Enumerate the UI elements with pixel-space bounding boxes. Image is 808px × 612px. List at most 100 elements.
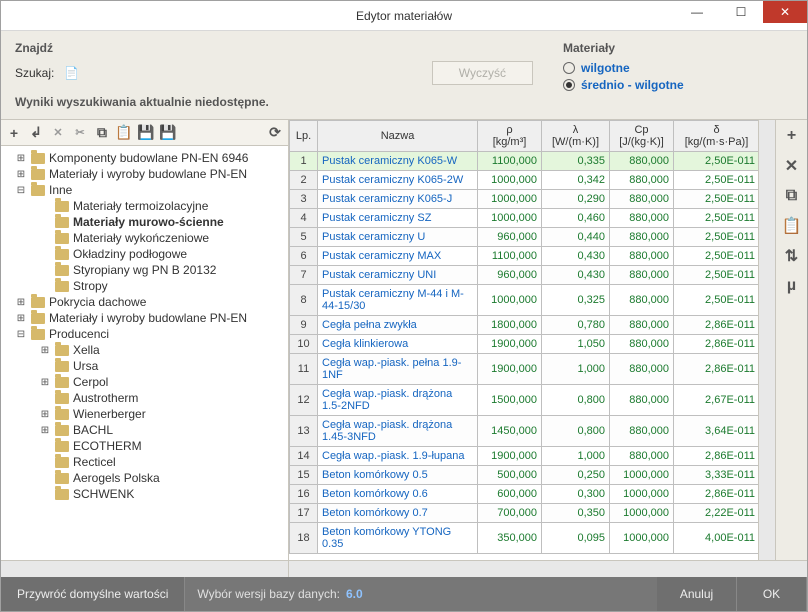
cell-lambda[interactable]: 0,440 — [542, 228, 610, 247]
cell-cp[interactable]: 1000,000 — [610, 485, 674, 504]
tree-item[interactable]: ⊟Inne — [3, 182, 286, 198]
search-doc-icon[interactable]: 📄 — [64, 66, 79, 80]
cell-delta[interactable]: 3,33E-011 — [674, 466, 759, 485]
cell-name[interactable]: Pustak ceramiczny K065-J — [318, 190, 478, 209]
cell-rho[interactable]: 1000,000 — [478, 171, 542, 190]
cell-cp[interactable]: 1000,000 — [610, 466, 674, 485]
cell-delta[interactable]: 2,50E-011 — [674, 171, 759, 190]
cell-cp[interactable]: 880,000 — [610, 354, 674, 385]
tree-item[interactable]: ⊞Xella — [3, 342, 286, 358]
col-lp[interactable]: Lp. — [290, 121, 318, 152]
close-button[interactable]: ✕ — [763, 1, 807, 23]
cell-rho[interactable]: 1100,000 — [478, 152, 542, 171]
cell-cp[interactable]: 880,000 — [610, 385, 674, 416]
cell-name[interactable]: Pustak ceramiczny U — [318, 228, 478, 247]
col-cp[interactable]: Cp[J/(kg·K)] — [610, 121, 674, 152]
cell-delta[interactable]: 2,86E-011 — [674, 485, 759, 504]
cell-lambda[interactable]: 1,000 — [542, 354, 610, 385]
collapse-icon[interactable]: ⊟ — [15, 329, 27, 340]
expand-icon[interactable]: ⊞ — [39, 377, 51, 388]
cell-delta[interactable]: 2,86E-011 — [674, 316, 759, 335]
radio-medium[interactable]: średnio - wilgotne — [563, 78, 793, 92]
cell-cp[interactable]: 880,000 — [610, 416, 674, 447]
expand-icon[interactable]: ⊞ — [15, 313, 27, 324]
cell-name[interactable]: Cegła pełna zwykła — [318, 316, 478, 335]
expand-icon[interactable]: ⊞ — [15, 169, 27, 180]
cell-cp[interactable]: 880,000 — [610, 171, 674, 190]
cell-delta[interactable]: 2,22E-011 — [674, 504, 759, 523]
tree-item[interactable]: Ursa — [3, 358, 286, 374]
cell-delta[interactable]: 4,00E-011 — [674, 523, 759, 554]
save-icon[interactable]: 💾 — [137, 123, 155, 143]
refresh-icon[interactable]: ⟳ — [266, 123, 284, 143]
cell-rho[interactable]: 1450,000 — [478, 416, 542, 447]
tree-item[interactable]: ⊞Cerpol — [3, 374, 286, 390]
cell-lambda[interactable]: 0,300 — [542, 485, 610, 504]
table-row[interactable]: 10Cegła klinkierowa1900,0001,050880,0002… — [290, 335, 759, 354]
table-row[interactable]: 13Cegła wap.-piask. drążona 1.45-3NFD145… — [290, 416, 759, 447]
cell-cp[interactable]: 1000,000 — [610, 504, 674, 523]
cell-lambda[interactable]: 0,325 — [542, 285, 610, 316]
cell-delta[interactable]: 2,50E-011 — [674, 285, 759, 316]
cell-name[interactable]: Pustak ceramiczny K065-2W — [318, 171, 478, 190]
tree-item[interactable]: Materiały wykończeniowe — [3, 230, 286, 246]
expand-icon[interactable]: ⊞ — [15, 153, 27, 164]
cell-cp[interactable]: 880,000 — [610, 316, 674, 335]
cell-lambda[interactable]: 0,780 — [542, 316, 610, 335]
table-row[interactable]: 9Cegła pełna zwykła1800,0000,780880,0002… — [290, 316, 759, 335]
col-lambda[interactable]: λ[W/(m·K)] — [542, 121, 610, 152]
minimize-button[interactable]: — — [675, 1, 719, 23]
cell-rho[interactable]: 1000,000 — [478, 285, 542, 316]
save-all-icon[interactable]: 💾 — [159, 123, 177, 143]
cell-lambda[interactable]: 0,335 — [542, 152, 610, 171]
tree-item[interactable]: ⊞Materiały i wyroby budowlane PN-EN — [3, 166, 286, 182]
cell-delta[interactable]: 2,67E-011 — [674, 385, 759, 416]
cell-delta[interactable]: 2,86E-011 — [674, 335, 759, 354]
cell-rho[interactable]: 350,000 — [478, 523, 542, 554]
cell-cp[interactable]: 1000,000 — [610, 523, 674, 554]
cell-rho[interactable]: 1000,000 — [478, 190, 542, 209]
tree-item[interactable]: Okładziny podłogowe — [3, 246, 286, 262]
restore-defaults-button[interactable]: Przywróć domyślne wartości — [1, 577, 185, 611]
cell-name[interactable]: Beton komórkowy YTONG 0.35 — [318, 523, 478, 554]
delete-row-icon[interactable]: ✕ — [782, 156, 802, 176]
ok-button[interactable]: OK — [737, 577, 807, 611]
cell-lambda[interactable]: 0,800 — [542, 385, 610, 416]
table-scroll[interactable]: Lp. Nazwa ρ[kg/m³] λ[W/(m·K)] Cp[J/(kg·K… — [289, 120, 758, 560]
paste-row-icon[interactable]: 📋 — [782, 216, 802, 236]
tree-item[interactable]: Recticel — [3, 454, 286, 470]
table-row[interactable]: 15Beton komórkowy 0.5500,0000,2501000,00… — [290, 466, 759, 485]
cell-name[interactable]: Beton komórkowy 0.5 — [318, 466, 478, 485]
cell-rho[interactable]: 700,000 — [478, 504, 542, 523]
cell-delta[interactable]: 2,86E-011 — [674, 354, 759, 385]
tree[interactable]: ⊞Komponenty budowlane PN-EN 6946⊞Materia… — [1, 146, 288, 560]
tree-item[interactable]: Materiały termoizolacyjne — [3, 198, 286, 214]
cell-cp[interactable]: 880,000 — [610, 190, 674, 209]
cell-cp[interactable]: 880,000 — [610, 335, 674, 354]
cell-rho[interactable]: 1900,000 — [478, 335, 542, 354]
tree-item[interactable]: SCHWENK — [3, 486, 286, 502]
cell-delta[interactable]: 2,50E-011 — [674, 152, 759, 171]
cell-name[interactable]: Cegła wap.-piask. drążona 1.5-2NFD — [318, 385, 478, 416]
cell-cp[interactable]: 880,000 — [610, 209, 674, 228]
vertical-scrollbar[interactable] — [758, 120, 775, 560]
maximize-button[interactable]: ☐ — [719, 1, 763, 23]
cell-cp[interactable]: 880,000 — [610, 152, 674, 171]
cell-name[interactable]: Pustak ceramiczny M-44 i M-44-15/30 — [318, 285, 478, 316]
cell-rho[interactable]: 1000,000 — [478, 209, 542, 228]
cell-rho[interactable]: 1900,000 — [478, 354, 542, 385]
cell-name[interactable]: Pustak ceramiczny UNI — [318, 266, 478, 285]
horizontal-scrollbars[interactable] — [1, 560, 807, 577]
tree-item[interactable]: ⊞BACHL — [3, 422, 286, 438]
cell-name[interactable]: Cegła wap.-piask. drążona 1.45-3NFD — [318, 416, 478, 447]
cell-lambda[interactable]: 1,000 — [542, 447, 610, 466]
table-row[interactable]: 16Beton komórkowy 0.6600,0000,3001000,00… — [290, 485, 759, 504]
cell-delta[interactable]: 2,50E-011 — [674, 266, 759, 285]
copy-row-icon[interactable]: ⧉ — [782, 186, 802, 206]
delete-icon[interactable]: ✕ — [49, 123, 67, 143]
col-delta[interactable]: δ[kg/(m·s·Pa)] — [674, 121, 759, 152]
cell-lambda[interactable]: 1,050 — [542, 335, 610, 354]
sync-icon[interactable]: ⇅ — [782, 246, 802, 266]
cut-icon[interactable]: ✂ — [71, 123, 89, 143]
cell-rho[interactable]: 1100,000 — [478, 247, 542, 266]
